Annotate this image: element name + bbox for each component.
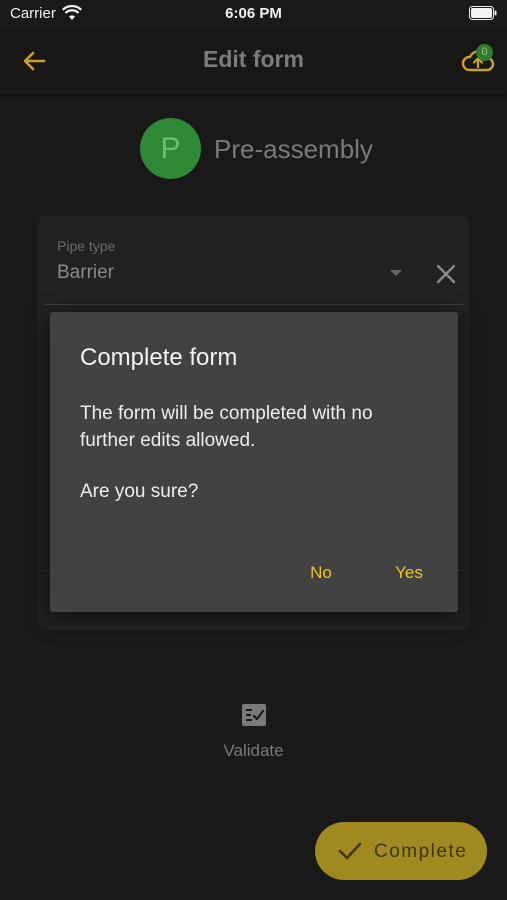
dialog-question: Are you sure? (80, 481, 199, 502)
dialog-message: The form will be completed with no furth… (80, 403, 373, 451)
dialog-title: Complete form (80, 344, 238, 371)
yes-button[interactable]: Yes (387, 563, 431, 589)
no-button[interactable]: No (300, 563, 342, 589)
